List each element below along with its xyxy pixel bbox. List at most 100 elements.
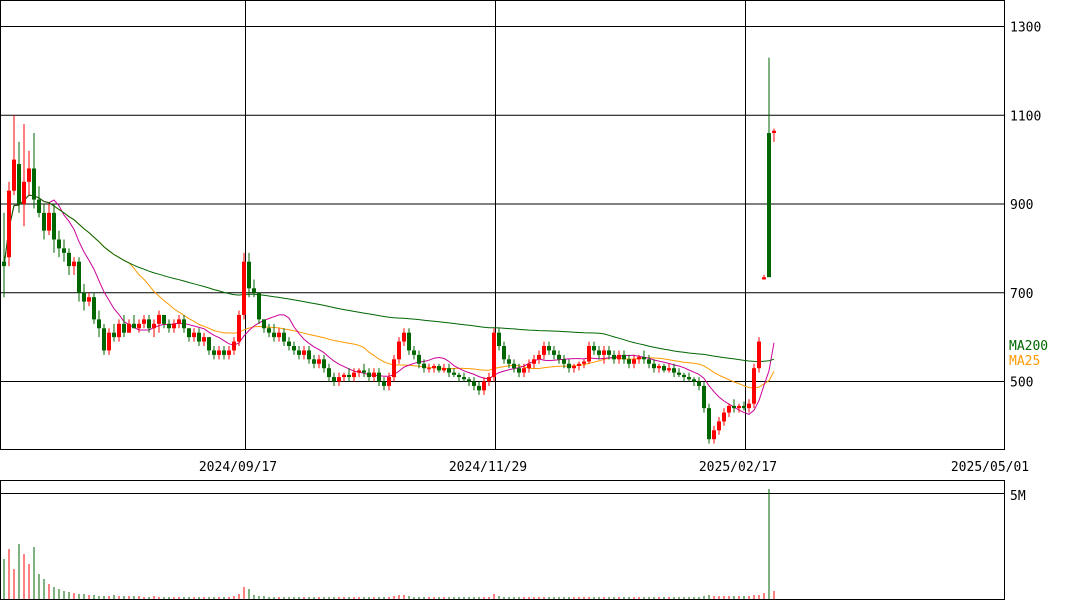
candle-body [387, 377, 391, 386]
candle-body [252, 288, 256, 293]
candle-body [652, 363, 656, 369]
chart-legend: MA200MA25 [1009, 339, 1048, 369]
candle-body [137, 323, 141, 329]
candle-body [317, 359, 321, 364]
candle-body [102, 328, 106, 351]
candle-body [402, 332, 406, 342]
candle-body [667, 368, 671, 371]
candle-body [412, 350, 416, 355]
candle-body [577, 363, 581, 366]
candle-body [757, 341, 761, 369]
candle-body [57, 239, 61, 249]
candle-body [537, 354, 541, 360]
candle-body [12, 159, 16, 191]
candle-body [727, 405, 731, 413]
candle-body [72, 261, 76, 267]
candle-body [632, 359, 636, 364]
candle-body [462, 377, 466, 380]
candle-body [627, 359, 631, 364]
candle-body [247, 261, 251, 289]
candle [492, 328, 496, 382]
candle-body [532, 359, 536, 364]
candle-body [42, 212, 46, 231]
candle-body [62, 248, 66, 253]
candle-body [167, 323, 171, 329]
candle [242, 252, 246, 320]
candle [702, 381, 706, 413]
candle-body [697, 381, 701, 386]
candle-body [422, 363, 426, 369]
candle-body [52, 212, 56, 240]
candle-body [487, 377, 491, 382]
candle-body [582, 361, 586, 364]
candle-body [47, 212, 51, 231]
candle-body [707, 408, 711, 440]
candle-body [522, 368, 526, 373]
candle-body [122, 323, 126, 333]
candle-body [192, 332, 196, 338]
candle-body [97, 319, 101, 329]
candle-body [392, 359, 396, 378]
candle-body [337, 377, 341, 382]
candle-body [312, 359, 316, 364]
candle-body [447, 368, 451, 373]
candle [7, 181, 11, 267]
candle-body [477, 385, 481, 391]
candle-body [187, 328, 191, 338]
candle-body [202, 337, 206, 342]
candle-body [452, 372, 456, 375]
candle-body [662, 365, 666, 371]
candle-body [587, 346, 591, 362]
candle-body [182, 319, 186, 329]
y-tick-label: 1100 [1010, 109, 1041, 124]
candle-body [672, 368, 676, 373]
candle-body [257, 292, 261, 320]
candle-body [147, 319, 151, 329]
candle-body [112, 332, 116, 338]
candle-body [692, 379, 696, 382]
candle-body [32, 168, 36, 200]
candle-body [732, 405, 736, 409]
candle-body [362, 370, 366, 373]
candle-body [407, 332, 411, 351]
y-tick-label: 900 [1010, 198, 1033, 213]
volume-panel: 5M [0, 480, 1026, 600]
candle-body [67, 252, 71, 267]
candle [752, 363, 756, 409]
x-tick-label: 2025/05/01 [951, 460, 1029, 475]
candle-body [737, 405, 741, 409]
candle-body [617, 354, 621, 360]
candle-body [762, 277, 766, 280]
candle-body [242, 261, 246, 315]
candle-body [152, 323, 156, 329]
candle-body [607, 350, 611, 355]
candle [257, 292, 261, 324]
legend-item: MA200 [1009, 339, 1048, 354]
y-tick-label: 500 [1010, 376, 1033, 391]
x-tick-label: 2024/11/29 [449, 460, 527, 475]
candle-body [767, 133, 771, 278]
candle-body [397, 341, 401, 360]
candle-body [597, 350, 601, 355]
date-axis-ticks: 2024/09/17 2024/11/29 2025/02/17 2025/05/01 [199, 460, 1029, 475]
candle-body [222, 350, 226, 355]
candle-body [127, 323, 131, 333]
candle [237, 310, 241, 346]
stock-chart: 13001100900700500 2024/09/17 2024/11/29 20… [0, 0, 1048, 600]
candle-body [37, 199, 41, 213]
candle-body [682, 374, 686, 378]
candle-body [592, 346, 596, 351]
candle-body [217, 350, 221, 355]
candle-body [482, 381, 486, 391]
candle-body [357, 370, 361, 373]
candle-body [552, 350, 556, 355]
candle-body [297, 350, 301, 355]
candle-body [282, 332, 286, 342]
candle-body [272, 332, 276, 338]
candle-body [172, 323, 176, 329]
candle-body [432, 365, 436, 369]
candle-body [262, 319, 266, 329]
candle-body [22, 181, 26, 204]
candle-body [442, 368, 446, 371]
candle-body [142, 319, 146, 324]
